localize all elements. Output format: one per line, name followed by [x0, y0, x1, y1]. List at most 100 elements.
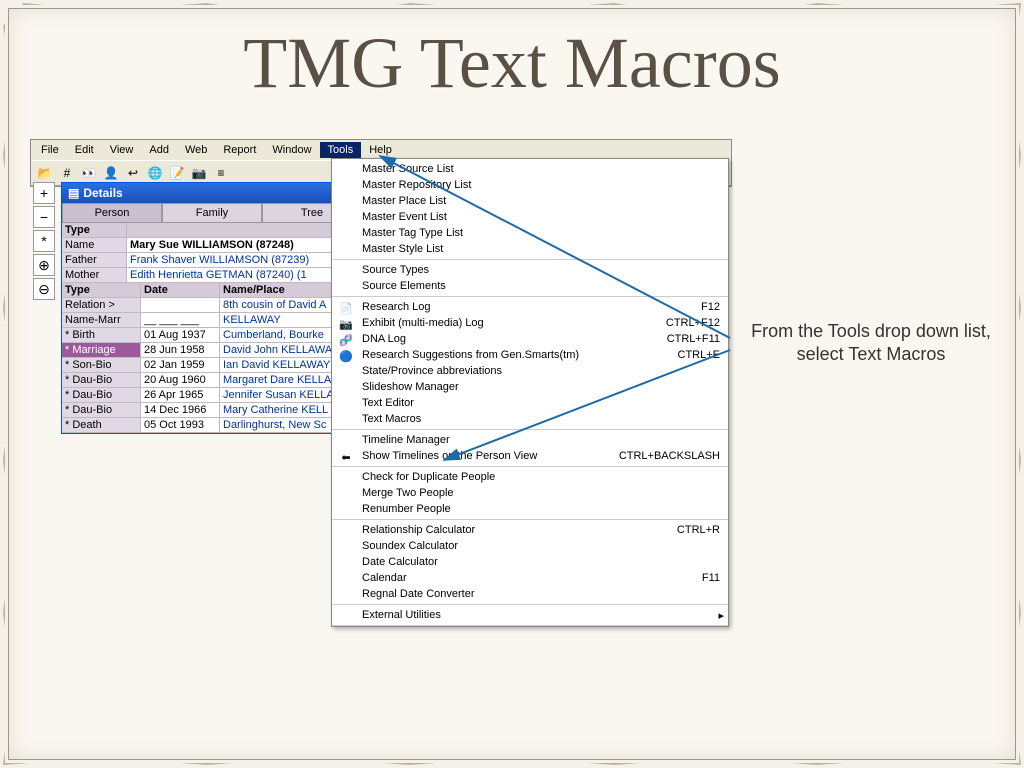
menu-item-date-calculator[interactable]: Date Calculator — [332, 554, 728, 570]
mother-name[interactable]: Edith Henrietta GETMAN (87240) (1 — [127, 268, 362, 282]
menu-help[interactable]: Help — [361, 142, 400, 158]
table-row[interactable]: * Dau-Bio26 Apr 1965Jennifer Susan KELLA — [62, 388, 362, 403]
menu-item-label: Source Types — [362, 264, 720, 276]
slide-title: TMG Text Macros — [0, 22, 1024, 105]
menu-item-icon: 📷 — [338, 316, 354, 332]
menu-item-label: Master Place List — [362, 195, 720, 207]
application-window: FileEditViewAddWebReportWindowToolsHelp … — [30, 139, 732, 187]
dna-icon[interactable]: ≡ — [211, 163, 231, 183]
table-row[interactable]: Name-Marr__ ___ ___KELLAWAY — [62, 313, 362, 328]
menu-item-master-place-list[interactable]: Master Place List — [332, 193, 728, 209]
menu-window[interactable]: Window — [264, 142, 319, 158]
table-row[interactable]: * Son-Bio02 Jan 1959Ian David KELLAWAY — [62, 358, 362, 373]
menu-item-relationship-calculator[interactable]: Relationship CalculatorCTRL+R — [332, 522, 728, 538]
tag-date: 20 Aug 1960 — [141, 373, 220, 387]
person-name[interactable]: Mary Sue WILLIAMSON (87248) — [127, 238, 362, 252]
menu-item-research-log[interactable]: 📄Research LogF12 — [332, 299, 728, 315]
menu-item-dna-log[interactable]: 🧬DNA LogCTRL+F11 — [332, 331, 728, 347]
table-row[interactable]: * Death05 Oct 1993Darlinghurst, New Sc — [62, 418, 362, 433]
tag-type: * Birth — [62, 328, 141, 342]
details-titlebar: ▤ Details — [62, 183, 362, 203]
menu-item-research-suggestions-from-gen-smarts-tm-[interactable]: 🔵Research Suggestions from Gen.Smarts(tm… — [332, 347, 728, 363]
tag-type: * Dau-Bio — [62, 373, 141, 387]
menu-item-icon: ⬅ — [338, 449, 354, 465]
menu-item-slideshow-manager[interactable]: Slideshow Manager — [332, 379, 728, 395]
sidebar-icon-1[interactable]: − — [33, 206, 55, 228]
menu-item-label: Master Tag Type List — [362, 227, 720, 239]
menu-item-master-event-list[interactable]: Master Event List — [332, 209, 728, 225]
camera-icon[interactable]: 📷 — [189, 163, 209, 183]
details-title-text: Details — [83, 186, 122, 200]
binoculars-icon[interactable]: 👀 — [79, 163, 99, 183]
tag-type: * Marriage — [62, 343, 141, 357]
doc-icon[interactable]: 📝 — [167, 163, 187, 183]
menu-item-state-province-abbreviations[interactable]: State/Province abbreviations — [332, 363, 728, 379]
menu-item-text-editor[interactable]: Text Editor — [332, 395, 728, 411]
tab-family[interactable]: Family — [162, 203, 262, 223]
table-row[interactable]: * Dau-Bio20 Aug 1960Margaret Dare KELLA — [62, 373, 362, 388]
menu-item-calendar[interactable]: CalendarF11 — [332, 570, 728, 586]
person-icon[interactable]: 👤 — [101, 163, 121, 183]
menu-item-timeline-manager[interactable]: Timeline Manager — [332, 432, 728, 448]
menu-item-show-timelines-on-the-person-view[interactable]: ⬅Show Timelines on the Person ViewCTRL+B… — [332, 448, 728, 464]
menu-item-label: Research Suggestions from Gen.Smarts(tm) — [362, 349, 678, 361]
menu-item-master-style-list[interactable]: Master Style List — [332, 241, 728, 257]
menu-item-external-utilities[interactable]: External Utilities▸ — [332, 607, 728, 623]
table-row[interactable]: Relation >8th cousin of David A — [62, 298, 362, 313]
sidebar-icon-0[interactable]: + — [33, 182, 55, 204]
submenu-arrow-icon: ▸ — [718, 609, 724, 622]
tag-type: * Death — [62, 418, 141, 432]
tag-type: Name-Marr — [62, 313, 141, 327]
menu-item-check-for-duplicate-people[interactable]: Check for Duplicate People — [332, 469, 728, 485]
menu-report[interactable]: Report — [215, 142, 264, 158]
menu-item-master-tag-type-list[interactable]: Master Tag Type List — [332, 225, 728, 241]
tag-type: * Son-Bio — [62, 358, 141, 372]
menu-item-merge-two-people[interactable]: Merge Two People — [332, 485, 728, 501]
menu-item-exhibit-multi-media-log[interactable]: 📷Exhibit (multi-media) LogCTRL+F12 — [332, 315, 728, 331]
sidebar-icon-2[interactable]: * — [33, 230, 55, 252]
menu-item-label: Check for Duplicate People — [362, 471, 720, 483]
menu-web[interactable]: Web — [177, 142, 215, 158]
table-row[interactable]: * Marriage28 Jun 1958David John KELLAWA — [62, 343, 362, 358]
menu-tools[interactable]: Tools — [320, 142, 362, 158]
mother-label: Mother — [62, 268, 127, 282]
tag-date: 05 Oct 1993 — [141, 418, 220, 432]
father-name[interactable]: Frank Shaver WILLIAMSON (87239) — [127, 253, 362, 267]
menu-item-label: Text Editor — [362, 397, 720, 409]
tab-person[interactable]: Person — [62, 203, 162, 223]
menu-item-label: Slideshow Manager — [362, 381, 720, 393]
menu-item-label: Renumber People — [362, 503, 720, 515]
menu-item-icon: 🧬 — [338, 332, 354, 348]
menu-item-label: Master Source List — [362, 163, 720, 175]
menu-item-soundex-calculator[interactable]: Soundex Calculator — [332, 538, 728, 554]
menu-item-master-source-list[interactable]: Master Source List — [332, 161, 728, 177]
tag-table: Type Date Name/Place Relation >8th cousi… — [62, 283, 362, 433]
menu-item-label: Calendar — [362, 572, 702, 584]
tag-type-header: Type — [62, 283, 141, 297]
menu-item-master-repository-list[interactable]: Master Repository List — [332, 177, 728, 193]
sidebar-icon-4[interactable]: ⊖ — [33, 278, 55, 300]
menu-bar: FileEditViewAddWebReportWindowToolsHelp — [31, 140, 731, 160]
menu-item-renumber-people[interactable]: Renumber People — [332, 501, 728, 517]
menu-item-source-elements[interactable]: Source Elements — [332, 278, 728, 294]
details-window: ▤ Details PersonFamilyTree Type NameMary… — [61, 182, 363, 434]
menu-item-shortcut: CTRL+BACKSLASH — [619, 450, 720, 462]
globe-icon[interactable]: 🌐 — [145, 163, 165, 183]
menu-add[interactable]: Add — [141, 142, 177, 158]
table-row[interactable]: * Dau-Bio14 Dec 1966Mary Catherine KELL — [62, 403, 362, 418]
sidebar-icon-3[interactable]: ⊕ — [33, 254, 55, 276]
menu-file[interactable]: File — [33, 142, 67, 158]
menu-item-regnal-date-converter[interactable]: Regnal Date Converter — [332, 586, 728, 602]
menu-item-label: Master Style List — [362, 243, 720, 255]
menu-item-label: Text Macros — [362, 413, 720, 425]
tools-dropdown: Master Source List Master Repository List… — [331, 158, 729, 627]
menu-item-source-types[interactable]: Source Types — [332, 262, 728, 278]
back-icon[interactable]: ↩ — [123, 163, 143, 183]
menu-item-label: Soundex Calculator — [362, 540, 720, 552]
menu-edit[interactable]: Edit — [67, 142, 102, 158]
table-row[interactable]: * Birth01 Aug 1937Cumberland, Bourke — [62, 328, 362, 343]
menu-item-text-macros[interactable]: Text Macros — [332, 411, 728, 427]
menu-view[interactable]: View — [102, 142, 142, 158]
menu-item-label: Timeline Manager — [362, 434, 720, 446]
menu-item-label: Regnal Date Converter — [362, 588, 720, 600]
